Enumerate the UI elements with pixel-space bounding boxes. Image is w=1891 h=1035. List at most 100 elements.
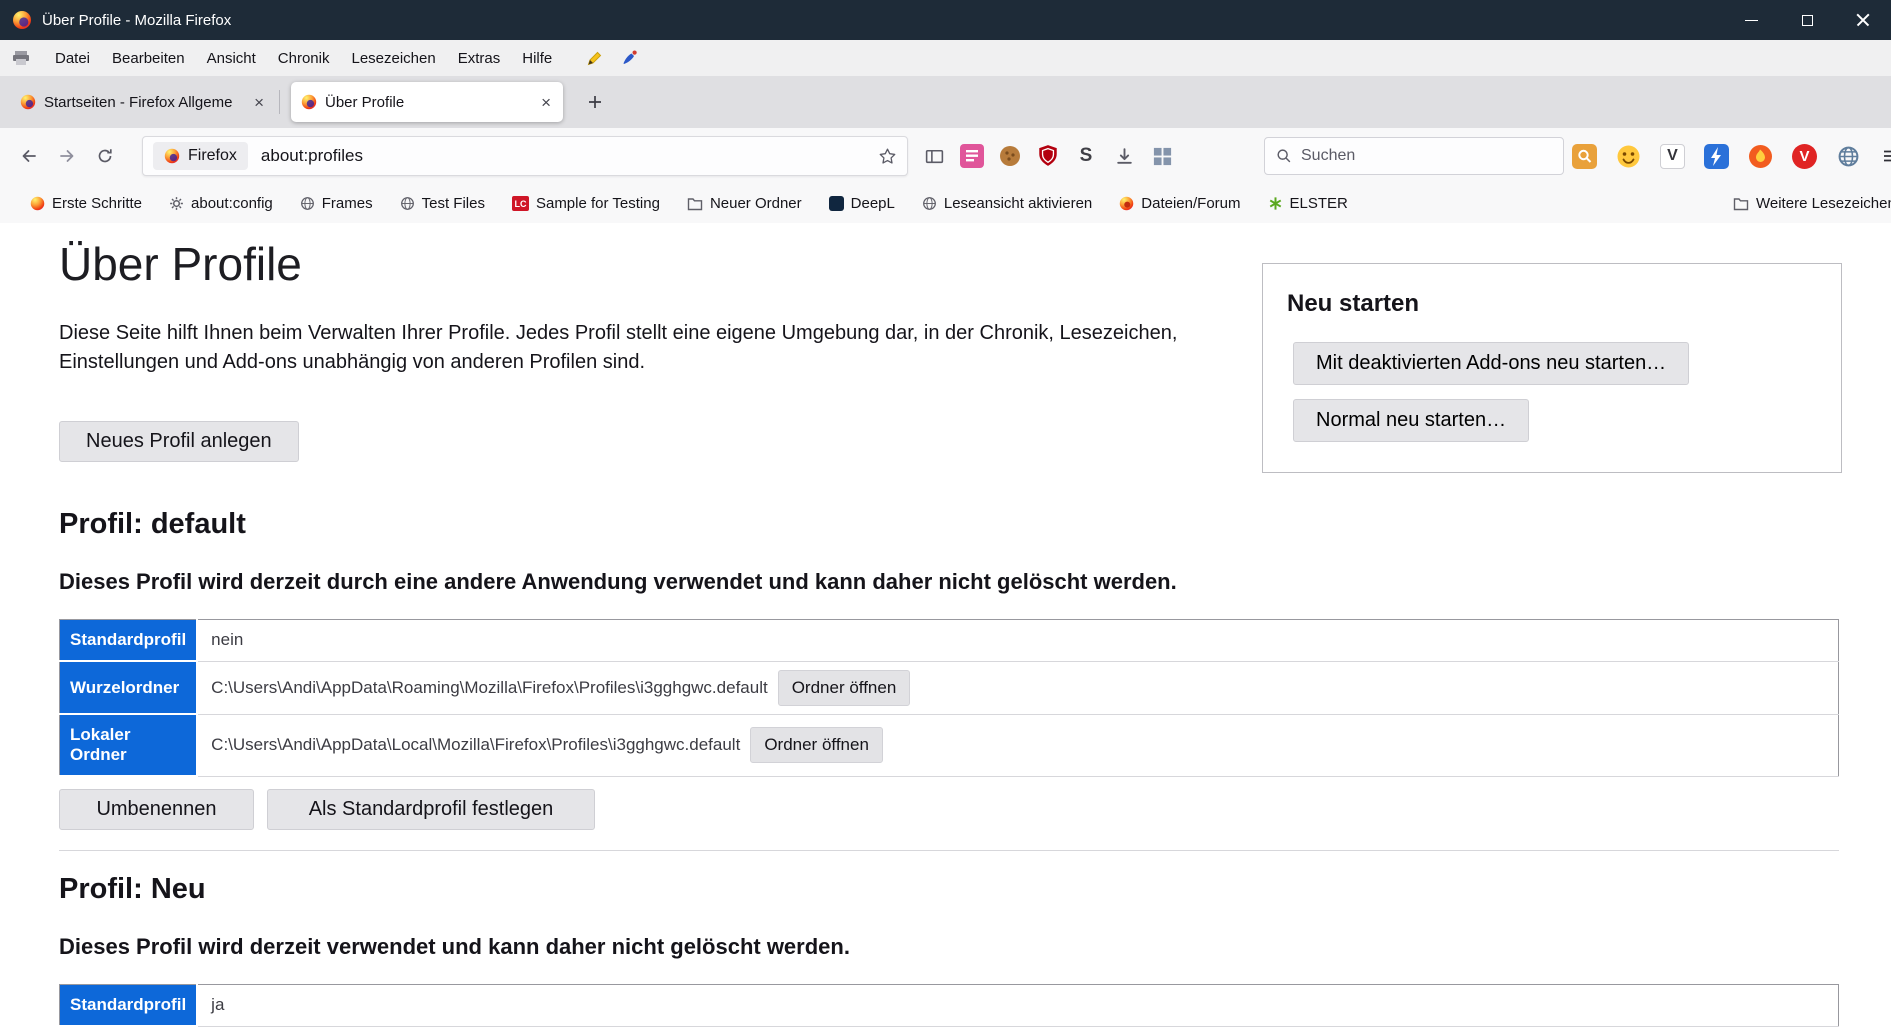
printer-icon[interactable] (12, 50, 30, 66)
open-local-folder-button[interactable]: Ordner öffnen (750, 727, 883, 763)
smiley-addon-icon[interactable] (1616, 143, 1641, 169)
bookmark-label: Dateien/Forum (1141, 195, 1240, 212)
folder-icon (687, 197, 703, 211)
url-bar[interactable]: Firefox about:profiles (142, 136, 908, 176)
tab-bar: Startseiten - Firefox Allgeme × Über Pro… (0, 76, 1891, 128)
table-row: Lokaler Ordner C:\Users\Andi\AppData\Loc… (60, 714, 1839, 776)
menu-chronik[interactable]: Chronik (267, 45, 341, 72)
grid-addon-icon[interactable] (1150, 143, 1174, 169)
restart-normal-button[interactable]: Normal neu starten… (1293, 399, 1529, 442)
menu-ansicht[interactable]: Ansicht (196, 45, 267, 72)
menu-lesezeichen[interactable]: Lesezeichen (340, 45, 446, 72)
close-button[interactable] (1835, 0, 1891, 40)
cookie-addon-icon[interactable] (998, 143, 1022, 169)
row-label: Standardprofil (60, 620, 198, 662)
bookmark-leseansicht[interactable]: Leseansicht aktivieren (922, 195, 1092, 212)
search-input[interactable] (1301, 147, 1553, 165)
bookmark-sample-for-testing[interactable]: LC Sample for Testing (512, 195, 660, 212)
bookmark-label: about:config (191, 195, 273, 212)
row-value: nein (197, 620, 1838, 662)
open-root-folder-button[interactable]: Ordner öffnen (778, 670, 911, 706)
v-letter: V (1660, 144, 1685, 169)
tab-label: Über Profile (325, 94, 531, 111)
bookmark-label: Leseansicht aktivieren (944, 195, 1092, 212)
stylus-addon-icon[interactable]: S (1074, 143, 1098, 169)
profile-neu-table: Standardprofil ja (59, 984, 1839, 1027)
ublock-shield-icon[interactable] (1036, 143, 1060, 169)
bookmarks-toolbar: Erste Schritte about:config Frames Test … (0, 184, 1891, 223)
bookmark-neuer-ordner[interactable]: Neuer Ordner (687, 195, 802, 212)
menu-bar: Datei Bearbeiten Ansicht Chronik Lesezei… (0, 40, 1891, 76)
row-value: C:\Users\Andi\AppData\Roaming\Mozilla\Fi… (197, 661, 1838, 714)
maximize-icon (1802, 15, 1813, 26)
bookmark-test-files[interactable]: Test Files (400, 195, 485, 212)
menu-extras[interactable]: Extras (447, 45, 512, 72)
pencil-icon[interactable] (585, 49, 604, 68)
bookmark-elster[interactable]: ELSTER (1268, 195, 1348, 212)
sidebar-icon[interactable] (922, 143, 946, 169)
rename-button[interactable]: Umbenennen (59, 789, 254, 830)
firefox-favicon-icon (1119, 196, 1134, 211)
restart-safe-mode-button[interactable]: Mit deaktivierten Add-ons neu starten… (1293, 342, 1689, 385)
tab-close-icon[interactable]: × (252, 94, 266, 111)
forward-button[interactable] (48, 137, 86, 175)
firefox-logo-icon (164, 148, 180, 164)
download-icon[interactable] (1112, 143, 1136, 169)
set-default-profile-button[interactable]: Als Standardprofil festlegen (267, 789, 595, 830)
profile-default-table: Standardprofil nein Wurzelordner C:\User… (59, 619, 1839, 777)
row-value-text: C:\Users\Andi\AppData\Roaming\Mozilla\Fi… (211, 678, 768, 697)
row-label: Lokaler Ordner (60, 714, 198, 776)
tab-separator (279, 90, 280, 114)
v-letter: V (1792, 144, 1817, 169)
v-letter-addon-icon[interactable]: V (1660, 143, 1685, 169)
reload-button[interactable] (86, 137, 124, 175)
new-tab-button[interactable] (579, 86, 611, 118)
tab-startseiten[interactable]: Startseiten - Firefox Allgeme × (10, 76, 276, 128)
table-row: Wurzelordner C:\Users\Andi\AppData\Roami… (60, 661, 1839, 714)
flame-addon-icon[interactable] (1748, 143, 1773, 169)
deepl-cube-icon (829, 196, 844, 211)
identity-label: Firefox (188, 147, 237, 165)
red-v-addon-icon[interactable]: V (1792, 143, 1817, 169)
menu-bearbeiten[interactable]: Bearbeiten (101, 45, 196, 72)
section-divider (59, 850, 1839, 851)
globe-addon-icon[interactable] (1836, 143, 1860, 169)
about-profiles-page: Über Profile Diese Seite hilft Ihnen bei… (0, 223, 1891, 1035)
amber-magnifier-addon-icon[interactable] (1572, 143, 1597, 169)
search-bar[interactable] (1264, 137, 1564, 175)
globe-icon (300, 196, 315, 211)
bookmark-label: Neuer Ordner (710, 195, 802, 212)
bookmark-label: ELSTER (1290, 195, 1348, 212)
identity-chip[interactable]: Firefox (153, 142, 248, 170)
minimize-icon (1745, 20, 1758, 21)
create-profile-button[interactable]: Neues Profil anlegen (59, 421, 299, 462)
bookmark-frames[interactable]: Frames (300, 195, 373, 212)
bookmark-weitere-lesezeichen[interactable]: Weitere Lesezeichen (1733, 195, 1891, 212)
tab-close-icon[interactable]: × (539, 94, 553, 111)
lc-badge-icon: LC (512, 196, 529, 211)
back-button[interactable] (10, 137, 48, 175)
tab-ueber-profile[interactable]: Über Profile × (291, 82, 563, 122)
profile-neu-warning: Dieses Profil wird derzeit verwendet und… (59, 934, 1891, 960)
bookmark-deepl[interactable]: DeepL (829, 195, 895, 212)
table-row: Standardprofil nein (60, 620, 1839, 662)
url-text: about:profiles (261, 146, 363, 166)
elster-star-icon (1268, 196, 1283, 211)
bookmark-dateien-forum[interactable]: Dateien/Forum (1119, 195, 1240, 212)
bookmark-star-icon[interactable] (878, 147, 897, 166)
hamburger-menu-icon[interactable] (1879, 143, 1891, 169)
globe-icon (922, 196, 937, 211)
maximize-button[interactable] (1779, 0, 1835, 40)
lightning-addon-icon[interactable] (1704, 143, 1729, 169)
tab-label: Startseiten - Firefox Allgeme (44, 94, 244, 111)
pen-icon[interactable] (620, 49, 639, 68)
table-row: Standardprofil ja (60, 985, 1839, 1027)
menu-datei[interactable]: Datei (44, 45, 101, 72)
bookmark-erste-schritte[interactable]: Erste Schritte (30, 195, 142, 212)
bookmark-about-config[interactable]: about:config (169, 195, 273, 212)
row-value-text: C:\Users\Andi\AppData\Local\Mozilla\Fire… (211, 735, 740, 754)
minimize-button[interactable] (1723, 0, 1779, 40)
bookmark-label: Frames (322, 195, 373, 212)
notes-addon-icon[interactable] (960, 143, 984, 169)
menu-hilfe[interactable]: Hilfe (511, 45, 563, 72)
